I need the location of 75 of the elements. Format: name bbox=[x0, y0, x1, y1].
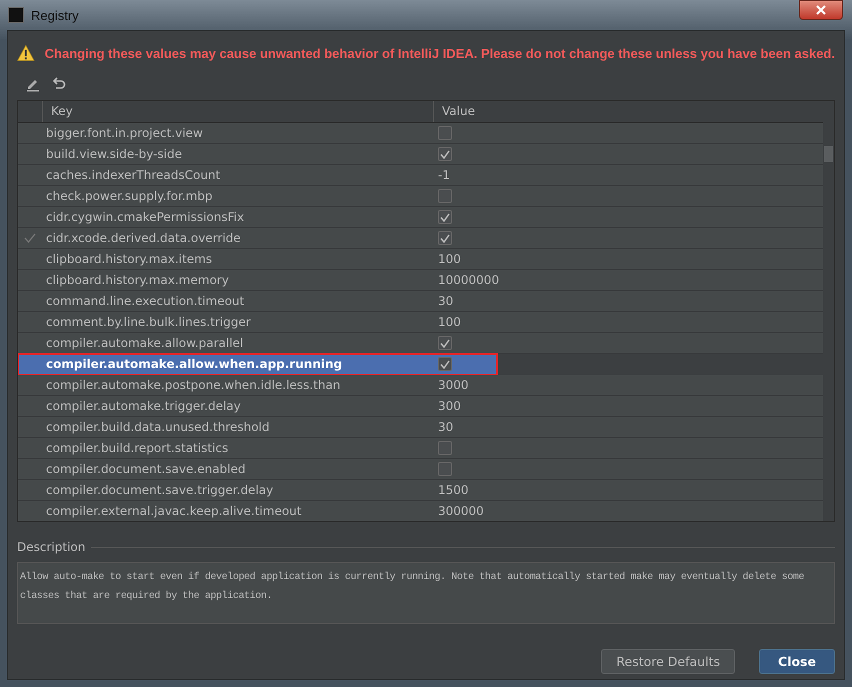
checkbox[interactable] bbox=[438, 336, 452, 350]
key-cell-text: bigger.font.in.project.view bbox=[45, 126, 204, 140]
table-row[interactable]: compiler.build.data.unused.threshold 30 bbox=[18, 417, 823, 438]
value-cell: 30 bbox=[438, 294, 454, 308]
value-cell: -1 bbox=[438, 168, 450, 182]
key-cell-text: build.view.side-by-side bbox=[45, 147, 184, 161]
check-icon bbox=[440, 212, 450, 222]
table-row[interactable]: caches.indexerThreadsCount -1 bbox=[18, 165, 823, 186]
table-row[interactable]: comment.by.line.bulk.lines.trigger 100 bbox=[18, 312, 823, 333]
warning-message: Changing these values may cause unwanted behavior of IntelliJ IDEA. Please do not change these unless you have been asked. bbox=[44, 46, 835, 60]
check-icon bbox=[440, 338, 450, 348]
check-icon bbox=[440, 360, 450, 368]
dialog-button[interactable]: Close bbox=[759, 649, 835, 674]
key-cell-text: compiler.document.save.enabled bbox=[45, 462, 246, 476]
value-cell: 3000 bbox=[438, 378, 469, 392]
value-cell: 300000 bbox=[438, 504, 484, 518]
check-icon bbox=[440, 150, 450, 158]
value-cell: 30 bbox=[438, 420, 454, 434]
value-cell: 10000000 bbox=[438, 273, 500, 287]
value-cell: 100 bbox=[438, 315, 461, 329]
key-cell-text: compiler.automake.postpone.when.idle.less.than bbox=[45, 378, 342, 392]
key-cell-text: compiler.build.data.unused.threshold bbox=[45, 420, 271, 434]
key-cell-text: compiler.build.report.statistics bbox=[45, 441, 230, 455]
column-header[interactable]: Value bbox=[434, 101, 823, 122]
checkbox[interactable] bbox=[438, 147, 452, 161]
checkbox[interactable] bbox=[438, 462, 452, 476]
key-cell-text: comment.by.line.bulk.lines.trigger bbox=[45, 315, 252, 329]
checkbox[interactable] bbox=[438, 357, 452, 371]
table-row[interactable]: compiler.automake.postpone.when.idle.less.than 3000 bbox=[18, 375, 823, 396]
window-title: Registry bbox=[31, 8, 79, 22]
key-cell-text: compiler.external.javac.keep.alive.timeout bbox=[45, 504, 302, 518]
key-cell-text: clipboard.history.max.items bbox=[45, 252, 214, 266]
table-row[interactable]: compiler.build.report.statistics bbox=[18, 438, 823, 459]
checkbox[interactable] bbox=[438, 189, 452, 203]
scrollbar-thumb[interactable] bbox=[824, 146, 833, 162]
checkbox[interactable] bbox=[438, 126, 452, 140]
table-row[interactable]: compiler.document.save.trigger.delay 1500 bbox=[18, 480, 823, 501]
undo-icon[interactable] bbox=[51, 76, 67, 92]
table-row[interactable]: clipboard.history.max.memory 10000000 bbox=[18, 270, 823, 291]
table-row[interactable]: cidr.cygwin.cmakePermissionsFix bbox=[18, 207, 823, 228]
key-cell-text: command.line.execution.timeout bbox=[45, 294, 246, 308]
column-header[interactable]: Key bbox=[43, 101, 434, 122]
checkbox[interactable] bbox=[438, 231, 452, 245]
section-label: Description bbox=[17, 540, 86, 554]
key-cell-text: compiler.document.save.trigger.delay bbox=[45, 483, 274, 497]
table-row[interactable]: command.line.execution.timeout 30 bbox=[18, 291, 823, 312]
table-row[interactable]: cidr.xcode.derived.data.override bbox=[18, 228, 823, 249]
app-logo-icon bbox=[8, 7, 24, 23]
table-row[interactable]: clipboard.history.max.items 100 bbox=[18, 249, 823, 270]
table-row[interactable]: compiler.automake.allow.parallel bbox=[18, 333, 823, 354]
checkbox[interactable] bbox=[438, 441, 452, 455]
check-icon bbox=[440, 234, 450, 242]
table-row[interactable]: bigger.font.in.project.view bbox=[18, 123, 823, 144]
checkbox[interactable] bbox=[438, 210, 452, 224]
value-cell: 300 bbox=[438, 399, 461, 413]
close-icon bbox=[816, 5, 826, 15]
key-cell-text: cidr.xcode.derived.data.override bbox=[45, 231, 242, 245]
key-cell-text: check.power.supply.for.mbp bbox=[45, 189, 214, 203]
dialog-button[interactable]: Restore Defaults bbox=[601, 649, 735, 674]
table-row[interactable]: compiler.external.javac.keep.alive.timeout 300000 bbox=[18, 501, 823, 521]
key-cell-text: caches.indexerThreadsCount bbox=[45, 168, 222, 182]
key-cell-text: clipboard.history.max.memory bbox=[45, 273, 230, 287]
description-text: Allow auto-make to start even if developed application is currently running. Note that automatically started make may eventually delete some classes that are required by the application. bbox=[17, 562, 835, 624]
table-row[interactable]: compiler.automake.allow.when.app.running bbox=[18, 354, 497, 375]
key-cell-text: compiler.automake.allow.when.app.running bbox=[45, 357, 344, 371]
key-cell-text: compiler.automake.trigger.delay bbox=[45, 399, 242, 413]
value-cell: 1500 bbox=[438, 483, 469, 497]
table-row[interactable]: check.power.supply.for.mbp bbox=[18, 186, 823, 207]
value-cell: 100 bbox=[438, 252, 461, 266]
window-close-button[interactable] bbox=[799, 0, 843, 20]
table-row[interactable]: build.view.side-by-side bbox=[18, 144, 823, 165]
table-row[interactable]: compiler.automake.trigger.delay 300 bbox=[18, 396, 823, 417]
table-row[interactable]: compiler.document.save.enabled bbox=[18, 459, 823, 480]
key-cell-text: cidr.cygwin.cmakePermissionsFix bbox=[45, 210, 246, 224]
key-cell-text: compiler.automake.allow.parallel bbox=[45, 336, 244, 350]
